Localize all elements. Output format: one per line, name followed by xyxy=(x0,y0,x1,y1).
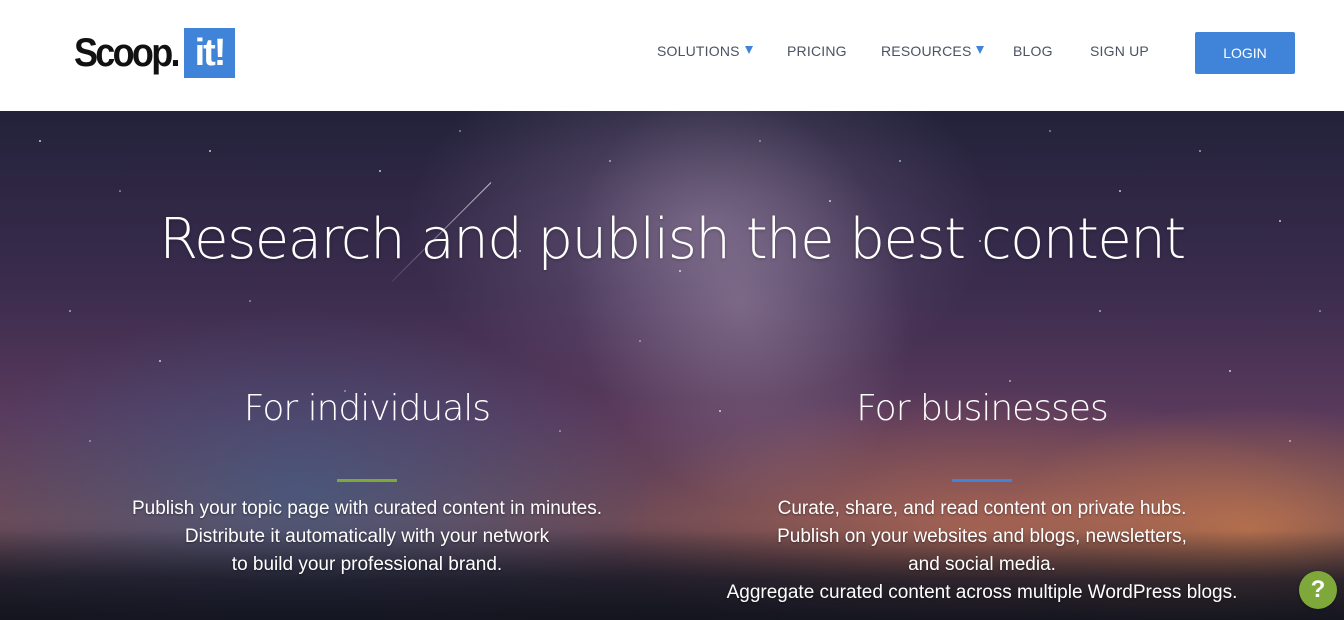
businesses-line-2: Publish on your websites and blogs, news… xyxy=(777,526,1187,547)
nav-signup[interactable]: SIGN UP xyxy=(1090,43,1149,59)
help-question-icon[interactable]: ? xyxy=(1299,571,1337,609)
individuals-divider xyxy=(337,479,397,482)
businesses-divider xyxy=(952,479,1012,482)
caret-down-icon xyxy=(744,46,753,54)
login-button[interactable]: LOGIN xyxy=(1195,32,1295,74)
businesses-line-3: and social media. xyxy=(908,554,1056,575)
nav-pricing[interactable]: PRICING xyxy=(787,43,847,59)
nav-solutions-label: SOLUTIONS xyxy=(657,43,740,59)
nav-blog-label: BLOG xyxy=(1013,43,1053,59)
nav-resources[interactable]: RESOURCES xyxy=(881,43,985,59)
businesses-line-4: Aggregate curated content across multipl… xyxy=(726,582,1238,603)
individuals-heading: For individuals xyxy=(243,388,491,429)
businesses-line-1: Curate, share, and read content on priva… xyxy=(777,498,1187,519)
logo-wordmark: Scoop. xyxy=(74,31,181,75)
individuals-line-2: Distribute it automatically with your ne… xyxy=(184,526,550,547)
nav-signup-label: SIGN UP xyxy=(1090,43,1149,59)
nav-blog[interactable]: BLOG xyxy=(1013,43,1053,59)
individuals-column: For individuals Publish your topic page … xyxy=(57,383,677,579)
nav-solutions[interactable]: SOLUTIONS xyxy=(657,43,753,59)
hero-section: Research and publish the best content Fo… xyxy=(0,111,1344,620)
individuals-line-3: to build your professional brand. xyxy=(231,554,503,575)
businesses-heading: For businesses xyxy=(856,388,1109,429)
scoopit-logo[interactable]: Scoop. it! xyxy=(74,28,235,78)
caret-down-icon xyxy=(976,46,985,54)
nav-resources-label: RESOURCES xyxy=(881,43,972,59)
businesses-column: For businesses Curate, share, and read c… xyxy=(672,383,1292,607)
nav-pricing-label: PRICING xyxy=(787,43,847,59)
individuals-line-1: Publish your topic page with curated con… xyxy=(132,498,602,519)
hero-title: Research and publish the best content xyxy=(159,207,1186,272)
top-header: Scoop. it! SOLUTIONS PRICING RESOURCES B… xyxy=(0,0,1344,111)
logo-it-badge: it! xyxy=(184,28,235,78)
